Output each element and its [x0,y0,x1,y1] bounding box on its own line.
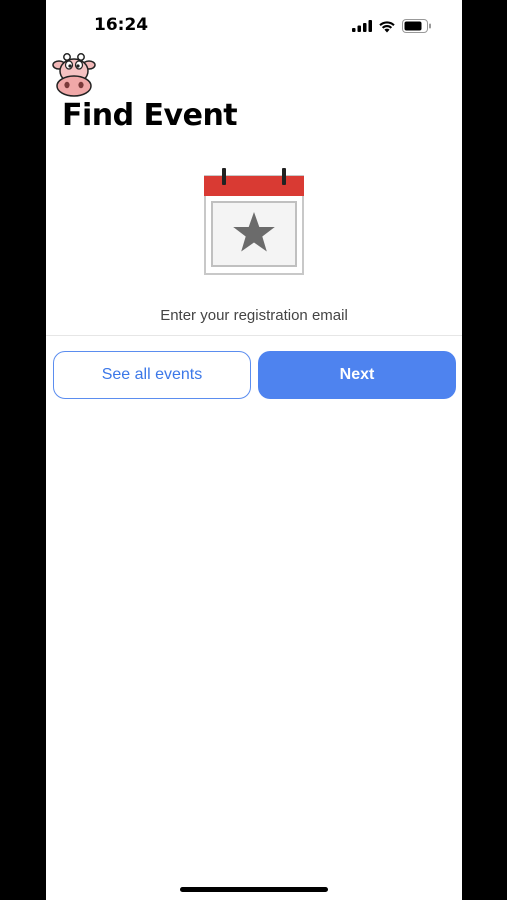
next-label: Next [339,366,375,383]
next-button[interactable]: Next [258,351,456,399]
calendar-star-icon [204,168,304,275]
see-all-events-label: See all events [101,366,203,383]
status-time: 16:24 [94,15,149,35]
email-field[interactable] [46,296,462,336]
battery-icon [402,19,431,33]
cellular-signal-icon [352,20,372,32]
app-screen: 16:24 Find Event Enter your registration… [46,0,462,900]
cow-avatar[interactable] [50,50,98,98]
home-indicator[interactable] [180,887,328,892]
page-title: Find Event [62,98,238,133]
calendar-star-illustration [202,164,306,278]
see-all-events-button[interactable]: See all events [53,351,251,399]
wifi-icon [379,20,395,32]
status-icons [352,16,432,36]
status-bar: 16:24 [46,0,462,50]
cow-mascot-icon [52,53,96,97]
